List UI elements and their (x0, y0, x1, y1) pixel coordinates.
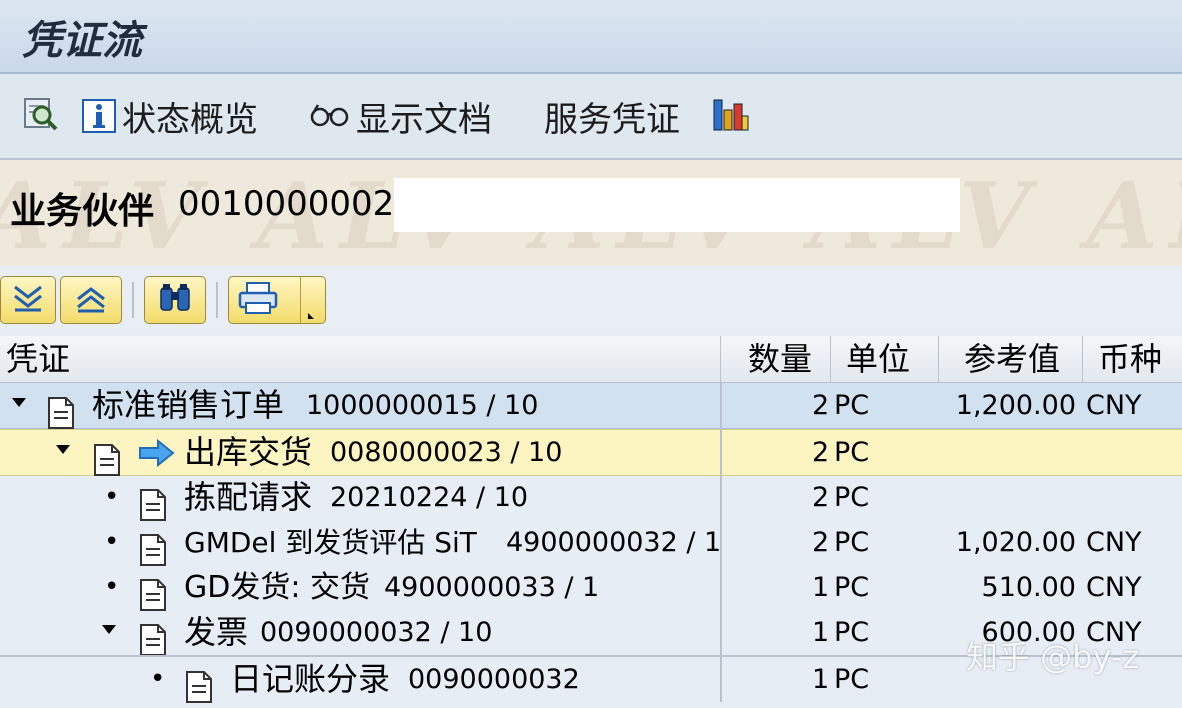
document-icon (184, 663, 214, 703)
site-watermark: 知乎 @by-z (966, 638, 1140, 676)
document-icon (138, 571, 168, 611)
status-overview-label: 状态概览 (122, 99, 258, 140)
toolbar-separator (216, 282, 218, 318)
doc-number: 1000000015 / 10 (306, 390, 539, 421)
unit-cell: PC (834, 437, 870, 468)
status-overview-button[interactable]: 状态概览 (82, 94, 258, 140)
qty-cell: 1 (812, 617, 830, 648)
service-document-label: 服务凭证 (544, 99, 680, 140)
doc-number: 0090000032 (408, 664, 580, 695)
collapse-all-icon (74, 283, 108, 317)
document-icon (138, 616, 168, 656)
display-document-label: 显示文档 (356, 99, 492, 140)
toolbar-separator (132, 282, 134, 318)
col-header-quantity[interactable]: 数量 (748, 336, 812, 382)
unit-cell: PC (834, 617, 870, 648)
find-in-grid-button[interactable] (144, 276, 206, 324)
tree-bullet-icon: • (104, 572, 120, 602)
document-icon (92, 436, 122, 476)
doc-number: 20210224 / 10 (330, 482, 529, 513)
currency-cell: CNY (1086, 390, 1142, 421)
doc-number: 4900000033 / 1 (384, 572, 600, 603)
table-row[interactable]: • GD发货: 交货 4900000033 / 1 1 PC 510.00 CN… (0, 565, 1182, 611)
qty-cell: 2 (812, 527, 830, 558)
doc-name: GD发货: 交货 (184, 570, 370, 605)
table-row[interactable]: 标准销售订单 1000000015 / 10 2 PC 1,200.00 CNY (0, 383, 1182, 429)
grid-header: 凭证 数量 单位 参考值 币种 (0, 336, 1182, 383)
tree-bullet-icon: • (104, 527, 120, 557)
document-icon (138, 481, 168, 521)
column-divider (720, 382, 722, 702)
doc-name: 日记账分录 (230, 660, 391, 698)
collapse-all-button[interactable] (60, 276, 122, 324)
qty-cell: 1 (812, 572, 830, 603)
reference-value-cell: 1,200.00 (955, 390, 1076, 421)
doc-name: 标准销售订单 (92, 386, 285, 424)
reference-value-cell: 510.00 (981, 572, 1076, 603)
binoculars-icon (158, 282, 192, 318)
column-divider (830, 336, 831, 382)
display-document-button[interactable]: 显示文档 (308, 94, 492, 140)
unit-cell: PC (834, 527, 870, 558)
service-document-button[interactable]: 服务凭证 (544, 94, 680, 140)
column-divider (938, 336, 939, 382)
currency-cell: CNY (1086, 527, 1142, 558)
document-icon (138, 526, 168, 566)
partner-label: 业务伙伴 (10, 191, 155, 232)
expand-all-icon (11, 283, 45, 317)
expand-all-button[interactable] (0, 276, 56, 324)
page-title: 凭证流 (22, 17, 142, 64)
doc-number: 0090000032 / 10 (260, 617, 493, 648)
column-divider (1082, 336, 1083, 382)
glasses-icon (308, 97, 352, 135)
currency-cell: CNY (1086, 572, 1142, 603)
redacted-area (394, 178, 960, 232)
doc-name: 发票 (184, 613, 249, 651)
chart-button[interactable] (712, 94, 750, 138)
col-header-unit[interactable]: 单位 (846, 336, 910, 382)
info-icon (82, 99, 116, 133)
doc-name: 拣配请求 (184, 478, 313, 516)
chart-icon (712, 96, 750, 136)
title-bar: 凭证流 (0, 0, 1182, 74)
col-header-document[interactable]: 凭证 (6, 336, 70, 382)
tree-bullet-icon: • (150, 664, 166, 694)
app-toolbar: 状态概览 显示文档 服务凭证 (0, 74, 1182, 160)
unit-cell: PC (834, 664, 870, 695)
qty-cell: 2 (812, 482, 830, 513)
arrow-right-icon (138, 438, 176, 468)
reference-value-cell: 1,020.00 (955, 527, 1076, 558)
col-header-reference[interactable]: 参考值 (964, 336, 1060, 382)
unit-cell: PC (834, 390, 870, 421)
tree-expand-icon[interactable] (102, 606, 116, 651)
qty-cell: 1 (812, 664, 830, 695)
grid-toolbar (0, 268, 1182, 334)
table-row[interactable]: • 拣配请求 20210224 / 10 2 PC (0, 475, 1182, 521)
qty-cell: 2 (812, 437, 830, 468)
table-row[interactable]: 出库交货 0080000023 / 10 2 PC (0, 429, 1182, 476)
tree-expand-icon[interactable] (56, 426, 70, 471)
column-divider (720, 336, 721, 382)
doc-name: GMDel 到发货评估 SiT (184, 526, 477, 559)
dropdown-arrow-icon[interactable] (300, 277, 321, 323)
tree-expand-icon[interactable] (12, 379, 26, 424)
doc-name: 出库交货 (184, 433, 313, 471)
print-icon (237, 281, 281, 319)
partner-header: ALV ALV ALV ALV ALV 业务伙伴 0010000002 , (0, 160, 1182, 266)
find-icon (22, 95, 60, 137)
unit-cell: PC (834, 482, 870, 513)
doc-number: 4900000032 / 1 (506, 527, 722, 558)
find-button[interactable] (22, 94, 60, 138)
unit-cell: PC (834, 572, 870, 603)
table-row[interactable]: • GMDel 到发货评估 SiT 4900000032 / 1 2 PC 1,… (0, 520, 1182, 566)
document-icon (46, 389, 76, 429)
doc-number: 0080000023 / 10 (330, 437, 563, 468)
qty-cell: 2 (812, 390, 830, 421)
print-button[interactable] (228, 276, 326, 324)
col-header-currency[interactable]: 币种 (1098, 336, 1162, 382)
tree-bullet-icon: • (104, 482, 120, 512)
partner-value: 0010000002 , (178, 184, 416, 224)
